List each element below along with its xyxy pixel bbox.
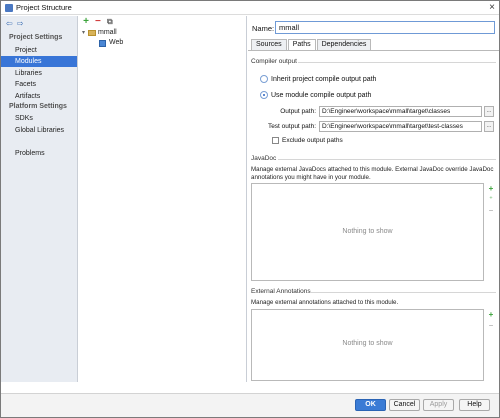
- inherit-label: Inherit project compile output path: [271, 75, 377, 83]
- copy-module-icon[interactable]: ⧉: [105, 17, 115, 27]
- content-bottom-spacer: [1, 382, 499, 393]
- output-path-input[interactable]: D:\Engineer\workspace\mmall\target\class…: [319, 106, 482, 117]
- title-bar: Project Structure ×: [1, 1, 499, 15]
- test-output-path-input[interactable]: D:\Engineer\workspace\mmall\target\test-…: [319, 121, 482, 132]
- module-folder-icon: [88, 30, 96, 36]
- exclude-output-checkbox[interactable]: [272, 137, 279, 144]
- nav-item-sdks[interactable]: SDKs: [1, 113, 77, 124]
- section-divider: [298, 62, 496, 63]
- javadoc-tools: + ⁺ −: [485, 183, 497, 216]
- module-tree-pane: + − ⧉ ▾ mmall Web: [79, 16, 247, 382]
- module-name-input[interactable]: mmall: [275, 21, 495, 34]
- remove-javadoc-icon[interactable]: −: [485, 205, 497, 216]
- web-facet-icon: [99, 39, 106, 47]
- nav-item-project[interactable]: Project: [1, 45, 77, 56]
- remove-annotation-icon[interactable]: −: [485, 320, 497, 331]
- settings-nav: ⇦ ⇨ Project Settings Project Modules Libr…: [1, 16, 78, 382]
- platform-settings-header: Platform Settings: [9, 103, 67, 110]
- tab-sources[interactable]: Sources: [251, 39, 287, 50]
- external-annotations-description: Manage external annotations attached to …: [251, 299, 399, 306]
- module-tabs: Sources Paths Dependencies: [251, 39, 372, 50]
- section-divider: [310, 292, 496, 293]
- add-module-icon[interactable]: +: [81, 17, 91, 27]
- add-annotation-icon[interactable]: +: [485, 309, 497, 320]
- inherit-output-option[interactable]: Inherit project compile output path: [260, 75, 376, 83]
- tab-paths[interactable]: Paths: [287, 39, 316, 50]
- tree-node-label: Web: [109, 39, 124, 46]
- module-settings-panel: Name: mmall Sources Paths Dependencies C…: [248, 16, 499, 382]
- add-javadoc-icon[interactable]: +: [485, 183, 497, 194]
- nav-item-libraries[interactable]: Libraries: [1, 68, 77, 79]
- exclude-output-option[interactable]: Exclude output paths: [272, 137, 343, 144]
- external-annotations-empty-text: Nothing to show: [342, 340, 393, 347]
- nav-item-artifacts[interactable]: Artifacts: [1, 91, 77, 102]
- project-structure-window: Project Structure × ⇦ ⇨ Project Settings …: [0, 0, 500, 418]
- tree-node-web[interactable]: Web: [99, 38, 123, 48]
- test-output-path-browse-button[interactable]: ...: [484, 121, 494, 132]
- nav-item-problems[interactable]: Problems: [1, 148, 77, 159]
- javadoc-title: JavaDoc: [251, 155, 277, 162]
- ok-button[interactable]: OK: [355, 399, 386, 411]
- remove-module-icon[interactable]: −: [93, 17, 103, 27]
- tab-divider: [248, 50, 499, 51]
- external-annotations-title: External Annotations: [251, 288, 311, 295]
- name-label: Name:: [252, 24, 275, 33]
- cancel-button[interactable]: Cancel: [389, 399, 420, 411]
- project-settings-header: Project Settings: [9, 34, 63, 41]
- output-path-label: Output path:: [280, 108, 316, 115]
- nav-item-global-libraries[interactable]: Global Libraries: [1, 125, 77, 136]
- exclude-output-label: Exclude output paths: [282, 137, 343, 144]
- output-path-browse-button[interactable]: ...: [484, 106, 494, 117]
- external-annotations-list[interactable]: Nothing to show: [251, 309, 484, 381]
- tree-node-label: mmall: [98, 29, 117, 36]
- forward-arrow-icon[interactable]: ⇨: [17, 19, 24, 28]
- inherit-radio[interactable]: [260, 75, 268, 83]
- compiler-output-title: Compiler output: [251, 58, 297, 65]
- use-module-label: Use module compile output path: [271, 91, 372, 99]
- close-icon[interactable]: ×: [489, 2, 495, 13]
- apply-button[interactable]: Apply: [423, 399, 454, 411]
- external-annotations-tools: + −: [485, 309, 497, 331]
- tab-dependencies[interactable]: Dependencies: [316, 39, 372, 50]
- window-title: Project Structure: [16, 3, 72, 12]
- use-module-output-option[interactable]: Use module compile output path: [260, 91, 371, 99]
- add-javadoc-url-icon[interactable]: ⁺: [485, 194, 497, 205]
- javadoc-empty-text: Nothing to show: [342, 228, 393, 235]
- section-divider: [278, 159, 496, 160]
- dialog-button-bar: OK Cancel Apply Help: [1, 393, 499, 417]
- javadoc-list[interactable]: Nothing to show: [251, 183, 484, 281]
- nav-arrows: ⇦ ⇨: [6, 19, 27, 28]
- app-icon: [5, 4, 13, 12]
- back-arrow-icon[interactable]: ⇦: [6, 19, 13, 28]
- use-module-radio[interactable]: [260, 91, 268, 99]
- nav-item-facets[interactable]: Facets: [1, 79, 77, 90]
- tree-toolbar: + − ⧉: [81, 17, 115, 27]
- test-output-path-label: Test output path:: [267, 123, 316, 130]
- tree-node-mmall[interactable]: ▾ mmall: [82, 28, 117, 38]
- help-button[interactable]: Help: [459, 399, 490, 411]
- nav-item-modules[interactable]: Modules: [1, 56, 77, 67]
- javadoc-description: Manage external JavaDocs attached to thi…: [251, 166, 494, 181]
